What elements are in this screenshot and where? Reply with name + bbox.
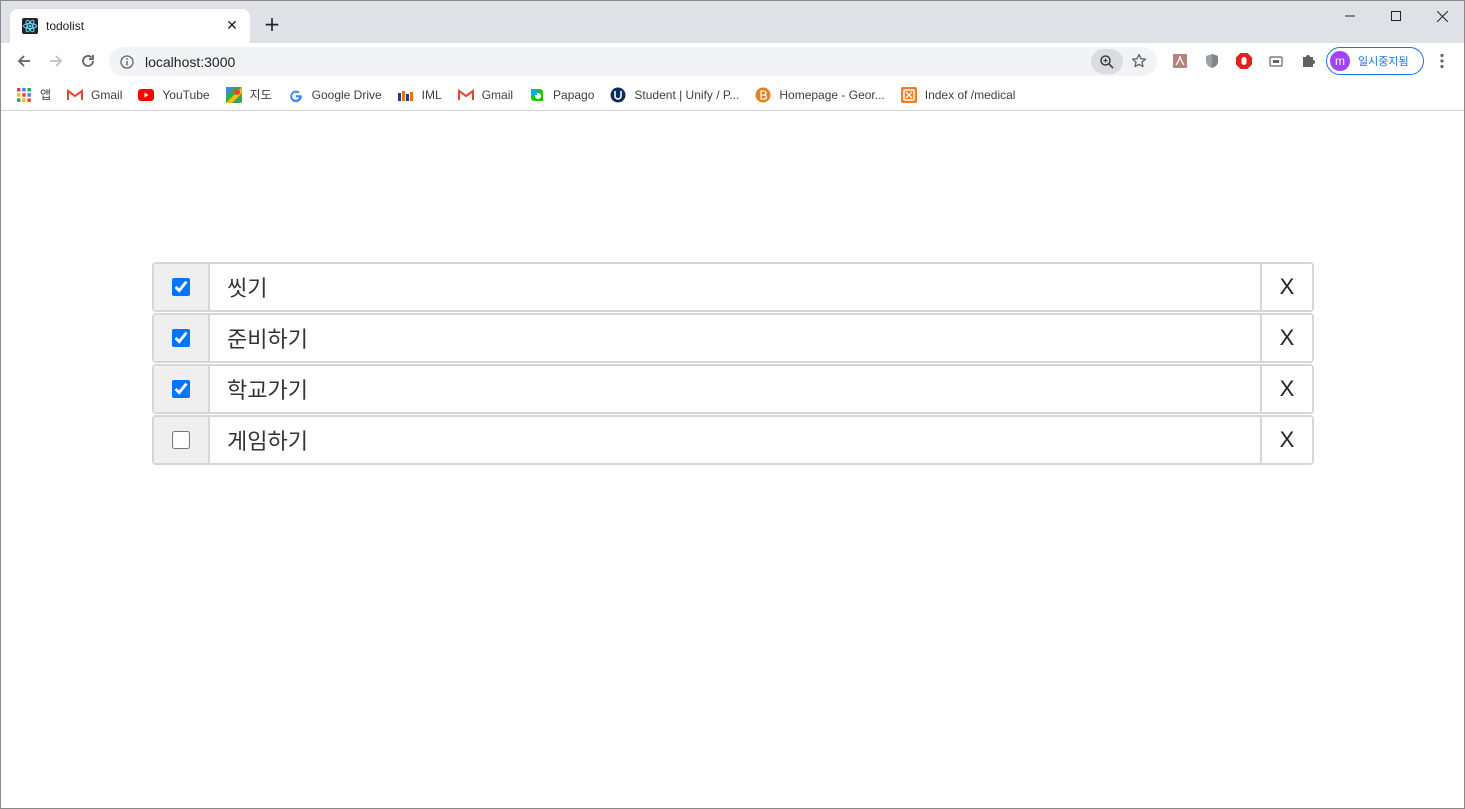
tab-title: todolist	[46, 19, 85, 33]
close-window-button[interactable]	[1419, 1, 1464, 31]
todo-delete-button[interactable]: X	[1260, 366, 1312, 412]
xampp-icon	[900, 86, 917, 103]
todo-item: 씻기 X	[152, 262, 1314, 312]
tab-todolist[interactable]: todolist ✕	[10, 9, 250, 43]
profile-button[interactable]: m 일시중지됨	[1326, 47, 1424, 75]
bookmark-star-icon[interactable]	[1129, 51, 1149, 71]
profile-status-label: 일시중지됨	[1358, 55, 1409, 68]
bookmark-index-medical[interactable]: Index of /medical	[900, 83, 1016, 107]
minimize-button[interactable]	[1327, 1, 1373, 31]
address-bar[interactable]: localhost:3000	[109, 47, 1157, 76]
bookmark-label: Homepage - Geor...	[779, 87, 885, 102]
google-icon	[288, 87, 304, 103]
cast-extension-icon[interactable]	[1266, 51, 1286, 71]
homepage-icon	[755, 87, 771, 103]
todo-text: 준비하기	[227, 328, 308, 353]
maximize-icon	[1391, 11, 1401, 21]
todo-checkbox[interactable]	[172, 431, 190, 449]
tab-strip: todolist ✕ +	[1, 1, 1464, 43]
more-menu-button[interactable]	[1433, 51, 1451, 71]
todo-delete-button[interactable]: X	[1260, 264, 1312, 310]
bookmark-label: Gmail	[481, 87, 514, 102]
forward-button[interactable]	[42, 47, 70, 75]
bookmark-apps[interactable]: 앱	[16, 83, 51, 107]
todo-checkbox[interactable]	[172, 329, 190, 347]
todo-delete-button[interactable]: X	[1260, 315, 1312, 361]
reload-button[interactable]	[74, 47, 102, 75]
back-button[interactable]	[10, 47, 38, 75]
new-tab-button[interactable]: +	[260, 13, 284, 37]
gmail-icon	[457, 87, 474, 103]
bookmark-label: IML	[421, 87, 442, 102]
todo-checkbox-cell	[154, 315, 210, 361]
bookmark-label: Papago	[553, 87, 595, 102]
bookmark-youtube[interactable]: YouTube	[138, 83, 210, 107]
youtube-icon	[138, 87, 155, 103]
todo-text: 학교가기	[227, 379, 308, 404]
bookmark-label: Gmail	[91, 87, 123, 102]
bookmark-label: YouTube	[162, 87, 210, 102]
bookmark-label: 앱	[40, 88, 52, 102]
close-icon	[1436, 10, 1448, 22]
back-arrow-icon	[17, 55, 30, 67]
site-info-icon[interactable]	[119, 54, 135, 70]
todo-text: 씻기	[227, 277, 268, 302]
bookmark-homepage[interactable]: Homepage - Geor...	[755, 83, 885, 107]
react-favicon-icon	[22, 18, 38, 34]
todo-checkbox-cell	[154, 417, 210, 463]
todo-checkbox-cell	[154, 366, 210, 412]
bookmark-label: Index of /medical	[924, 87, 1016, 102]
bookmark-label: Google Drive	[311, 87, 382, 102]
bookmark-gmail[interactable]: Gmail	[67, 83, 122, 107]
pdf-extension-icon[interactable]	[1170, 51, 1190, 71]
todo-item: 준비하기 X	[152, 313, 1314, 363]
browser-toolbar: localhost:3000 m 일시중지됨	[1, 43, 1464, 79]
todo-checkbox[interactable]	[172, 380, 190, 398]
browser-window: todolist ✕ + localhost:3000 m 일시중지됨 앱 Gm…	[0, 0, 1465, 809]
bookmark-maps[interactable]: 지도	[225, 83, 272, 107]
kebab-menu-icon	[1440, 53, 1444, 69]
zoom-icon[interactable]	[1091, 49, 1123, 74]
todo-delete-button[interactable]: X	[1260, 417, 1312, 463]
bookmark-gmail-2[interactable]: Gmail	[457, 83, 514, 107]
bookmark-student-unify[interactable]: Student | Unify / P...	[610, 83, 739, 107]
minimize-icon	[1345, 15, 1355, 17]
todo-list: 씻기 X 준비하기 X 학교가기 X 게임하기 X	[152, 262, 1314, 466]
todo-checkbox[interactable]	[172, 278, 190, 296]
unify-icon	[610, 87, 626, 103]
tab-close-icon[interactable]: ✕	[224, 18, 240, 34]
puzzle-extensions-icon[interactable]	[1298, 51, 1318, 71]
gmail-icon	[67, 87, 84, 103]
papago-icon	[529, 87, 545, 103]
bookmark-iml[interactable]: IML	[397, 83, 442, 107]
bookmark-label: 지도	[249, 88, 272, 102]
shield-extension-icon[interactable]	[1202, 51, 1222, 71]
url-text[interactable]: localhost:3000	[145, 54, 1157, 70]
reload-icon	[82, 55, 94, 67]
maximize-button[interactable]	[1373, 1, 1419, 31]
apps-grid-icon	[16, 87, 32, 103]
bookmark-papago[interactable]: Papago	[529, 83, 594, 107]
adblock-extension-icon[interactable]	[1234, 51, 1254, 71]
todo-item: 게임하기 X	[152, 415, 1314, 465]
todo-checkbox-cell	[154, 264, 210, 310]
todo-item: 학교가기 X	[152, 364, 1314, 414]
todo-text: 게임하기	[227, 430, 308, 455]
maps-icon	[225, 86, 242, 103]
bookmarks-bar: 앱 Gmail YouTube 지도 Google Drive IML Gmai…	[1, 79, 1464, 111]
bookmark-label: Student | Unify / P...	[634, 87, 740, 102]
iml-icon	[397, 87, 414, 103]
forward-arrow-icon	[50, 55, 63, 67]
avatar: m	[1330, 51, 1350, 71]
bookmark-google-drive[interactable]: Google Drive	[288, 83, 382, 107]
